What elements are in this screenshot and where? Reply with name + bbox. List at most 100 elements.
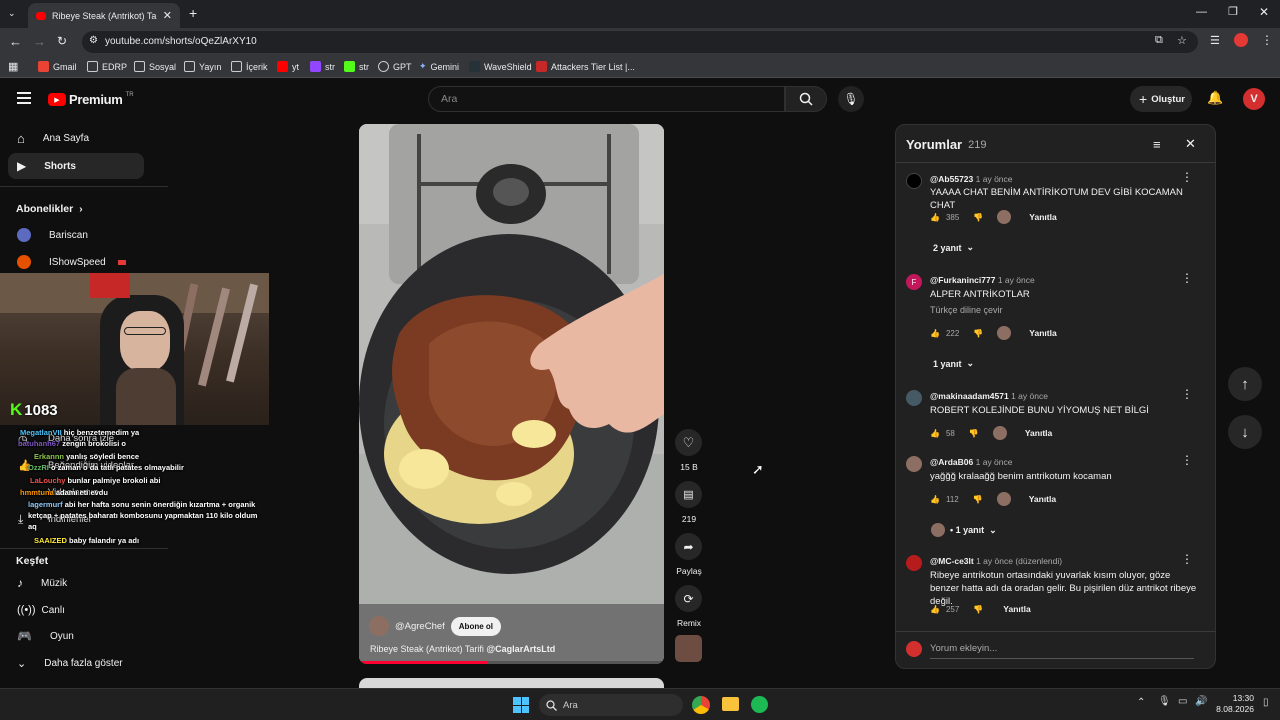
sidebar-sub-ishowspeed[interactable]: IShowSpeed	[8, 249, 144, 275]
video-title-tag[interactable]: @CaglarArtsLtd	[486, 644, 555, 654]
new-tab-icon[interactable]: +	[189, 5, 197, 21]
microphone-tray-icon[interactable]: 🎙	[1158, 696, 1171, 707]
bookmark-yt[interactable]: yt	[277, 61, 299, 72]
commenter-avatar[interactable]: F	[906, 274, 922, 290]
sidebar-item-shorts[interactable]: ▶ Shorts	[8, 153, 144, 179]
comment-menu-icon[interactable]: ⋮	[1181, 387, 1193, 401]
bookmark-sosyal[interactable]: Sosyal	[134, 61, 176, 72]
commenter-avatar[interactable]	[906, 555, 922, 571]
restore-icon[interactable]: ❐	[1228, 5, 1238, 18]
view-replies-button[interactable]: 2 yanıt ⌄	[933, 242, 974, 253]
bookmark-edrp[interactable]: EDRP	[87, 61, 127, 72]
forward-icon[interactable]: →	[33, 34, 46, 49]
sound-thumbnail[interactable]	[675, 635, 702, 662]
next-short-button[interactable]: ↓	[1228, 415, 1262, 449]
youtube-premium-logo[interactable]: ▶ Premium TR	[48, 92, 134, 107]
reply-button[interactable]: Yanıtla	[1029, 494, 1056, 504]
windows-start-icon[interactable]	[513, 697, 529, 713]
reply-button[interactable]: Yanıtla	[1003, 604, 1030, 614]
sidebar-item-home[interactable]: ⌂ Ana Sayfa	[8, 125, 144, 151]
browser-tab[interactable]: Ribeye Steak (Antrikot) Tarifi @... ✕	[28, 3, 180, 28]
voice-search-button[interactable]: 🎙	[838, 86, 864, 112]
comment-menu-icon[interactable]: ⋮	[1181, 271, 1193, 285]
comment-like-icon[interactable]: 👍	[930, 605, 940, 614]
search-input[interactable]: Ara	[428, 86, 785, 112]
reload-icon[interactable]: ↻	[57, 34, 67, 48]
view-replies-button[interactable]: • 1 yanıt ⌄	[931, 523, 997, 537]
volume-icon[interactable]: 🔊	[1195, 696, 1207, 707]
hamburger-menu-icon[interactable]	[17, 92, 31, 104]
notification-center-icon[interactable]: ▯	[1263, 697, 1269, 708]
comment-author[interactable]: @Furkaninci777	[930, 275, 995, 285]
back-icon[interactable]: ←	[9, 34, 22, 49]
commenter-avatar[interactable]	[906, 173, 922, 189]
previous-short-button[interactable]: ↑	[1228, 367, 1262, 401]
like-button[interactable]: ♡	[675, 429, 702, 456]
translate-link[interactable]: Türkçe diline çevir	[930, 304, 1198, 317]
comment-dislike-icon[interactable]: 👎	[969, 429, 979, 438]
bookmark-waveshield[interactable]: WaveShield	[469, 61, 532, 72]
bookmark-str-kick[interactable]: str	[344, 61, 369, 72]
bookmark-yayin[interactable]: Yayın	[184, 61, 221, 72]
channel-name[interactable]: @AgreChef	[395, 621, 445, 632]
remix-button[interactable]: ⟳	[675, 585, 702, 612]
tab-close-icon[interactable]: ✕	[163, 9, 172, 22]
clock[interactable]: 13:30 8.08.2026	[1212, 693, 1254, 715]
comment-menu-icon[interactable]: ⋮	[1181, 453, 1193, 467]
shorts-video-player[interactable]	[359, 124, 664, 664]
account-avatar[interactable]: V	[1243, 88, 1265, 110]
notifications-bell-icon[interactable]: 🔔	[1207, 90, 1223, 106]
subscriptions-heading[interactable]: Abonelikler ›	[16, 203, 83, 215]
browser-menu-icon[interactable]: ⋮	[1261, 33, 1273, 47]
subscribe-button[interactable]: Abone ol	[450, 616, 501, 636]
bookmark-str-twitch[interactable]: str	[310, 61, 335, 72]
comment-dislike-icon[interactable]: 👎	[973, 495, 983, 504]
close-comments-icon[interactable]: ✕	[1185, 136, 1196, 152]
commenter-avatar[interactable]	[906, 390, 922, 406]
sidebar-item-show-more[interactable]: ⌄ Daha fazla göster	[8, 650, 144, 676]
sort-icon[interactable]: ≡	[1153, 137, 1161, 152]
sidebar-item-live[interactable]: ((•)) Canlı	[8, 597, 144, 623]
comment-author[interactable]: @ArdaB06	[930, 457, 973, 467]
comment-dislike-icon[interactable]: 👎	[973, 329, 983, 338]
comment-dislike-icon[interactable]: 👎	[973, 213, 983, 222]
window-close-icon[interactable]: ✕	[1259, 5, 1269, 19]
comment-author[interactable]: @MC-ce3lt	[930, 556, 974, 566]
reading-list-icon[interactable]: ☰	[1210, 34, 1220, 47]
reply-button[interactable]: Yanıtla	[1025, 428, 1052, 438]
reply-button[interactable]: Yanıtla	[1029, 212, 1056, 222]
channel-avatar[interactable]	[369, 616, 389, 636]
spotify-icon[interactable]	[751, 696, 768, 713]
sidebar-item-music[interactable]: ♪ Müzik	[8, 570, 144, 596]
add-comment-input[interactable]: Yorum ekleyin...	[930, 639, 1194, 659]
comment-menu-icon[interactable]: ⋮	[1181, 552, 1193, 566]
comments-button[interactable]: ▤	[675, 481, 702, 508]
file-explorer-icon[interactable]	[722, 697, 739, 711]
bookmark-gpt[interactable]: GPT	[378, 61, 412, 72]
video-progress-track[interactable]	[359, 661, 664, 664]
profile-avatar-icon[interactable]	[1234, 33, 1248, 47]
view-replies-button[interactable]: 1 yanıt ⌄	[933, 358, 974, 369]
comment-author[interactable]: @Ab55723	[930, 174, 973, 184]
create-button[interactable]: + Oluştur	[1130, 86, 1192, 112]
commenter-avatar[interactable]	[906, 456, 922, 472]
reply-button[interactable]: Yanıtla	[1029, 328, 1056, 338]
comment-menu-icon[interactable]: ⋮	[1181, 170, 1193, 184]
comment-like-icon[interactable]: 👍	[930, 329, 940, 338]
apps-grid-icon[interactable]: ▦	[8, 60, 18, 73]
comment-author[interactable]: @makinaadam4571	[930, 391, 1009, 401]
bookmark-attackers-tier-list[interactable]: Attackers Tier List |...	[536, 61, 635, 72]
search-button[interactable]	[785, 86, 827, 112]
bookmark-gemini[interactable]: ✦ Gemini	[419, 61, 459, 72]
comment-like-icon[interactable]: 👍	[930, 429, 940, 438]
share-button[interactable]: ➦	[675, 533, 702, 560]
minimize-icon[interactable]: —	[1196, 6, 1207, 18]
install-app-icon[interactable]: ⧉	[1155, 34, 1163, 47]
bookmark-gmail[interactable]: Gmail	[38, 61, 77, 72]
comment-like-icon[interactable]: 👍	[930, 495, 940, 504]
chrome-icon[interactable]	[692, 696, 710, 714]
tab-search-icon[interactable]: ⌄	[8, 8, 16, 19]
bookmark-icerik[interactable]: İçerik	[231, 61, 268, 72]
sidebar-item-gaming[interactable]: 🎮 Oyun	[8, 623, 144, 649]
network-icon[interactable]: ▭	[1178, 696, 1187, 707]
